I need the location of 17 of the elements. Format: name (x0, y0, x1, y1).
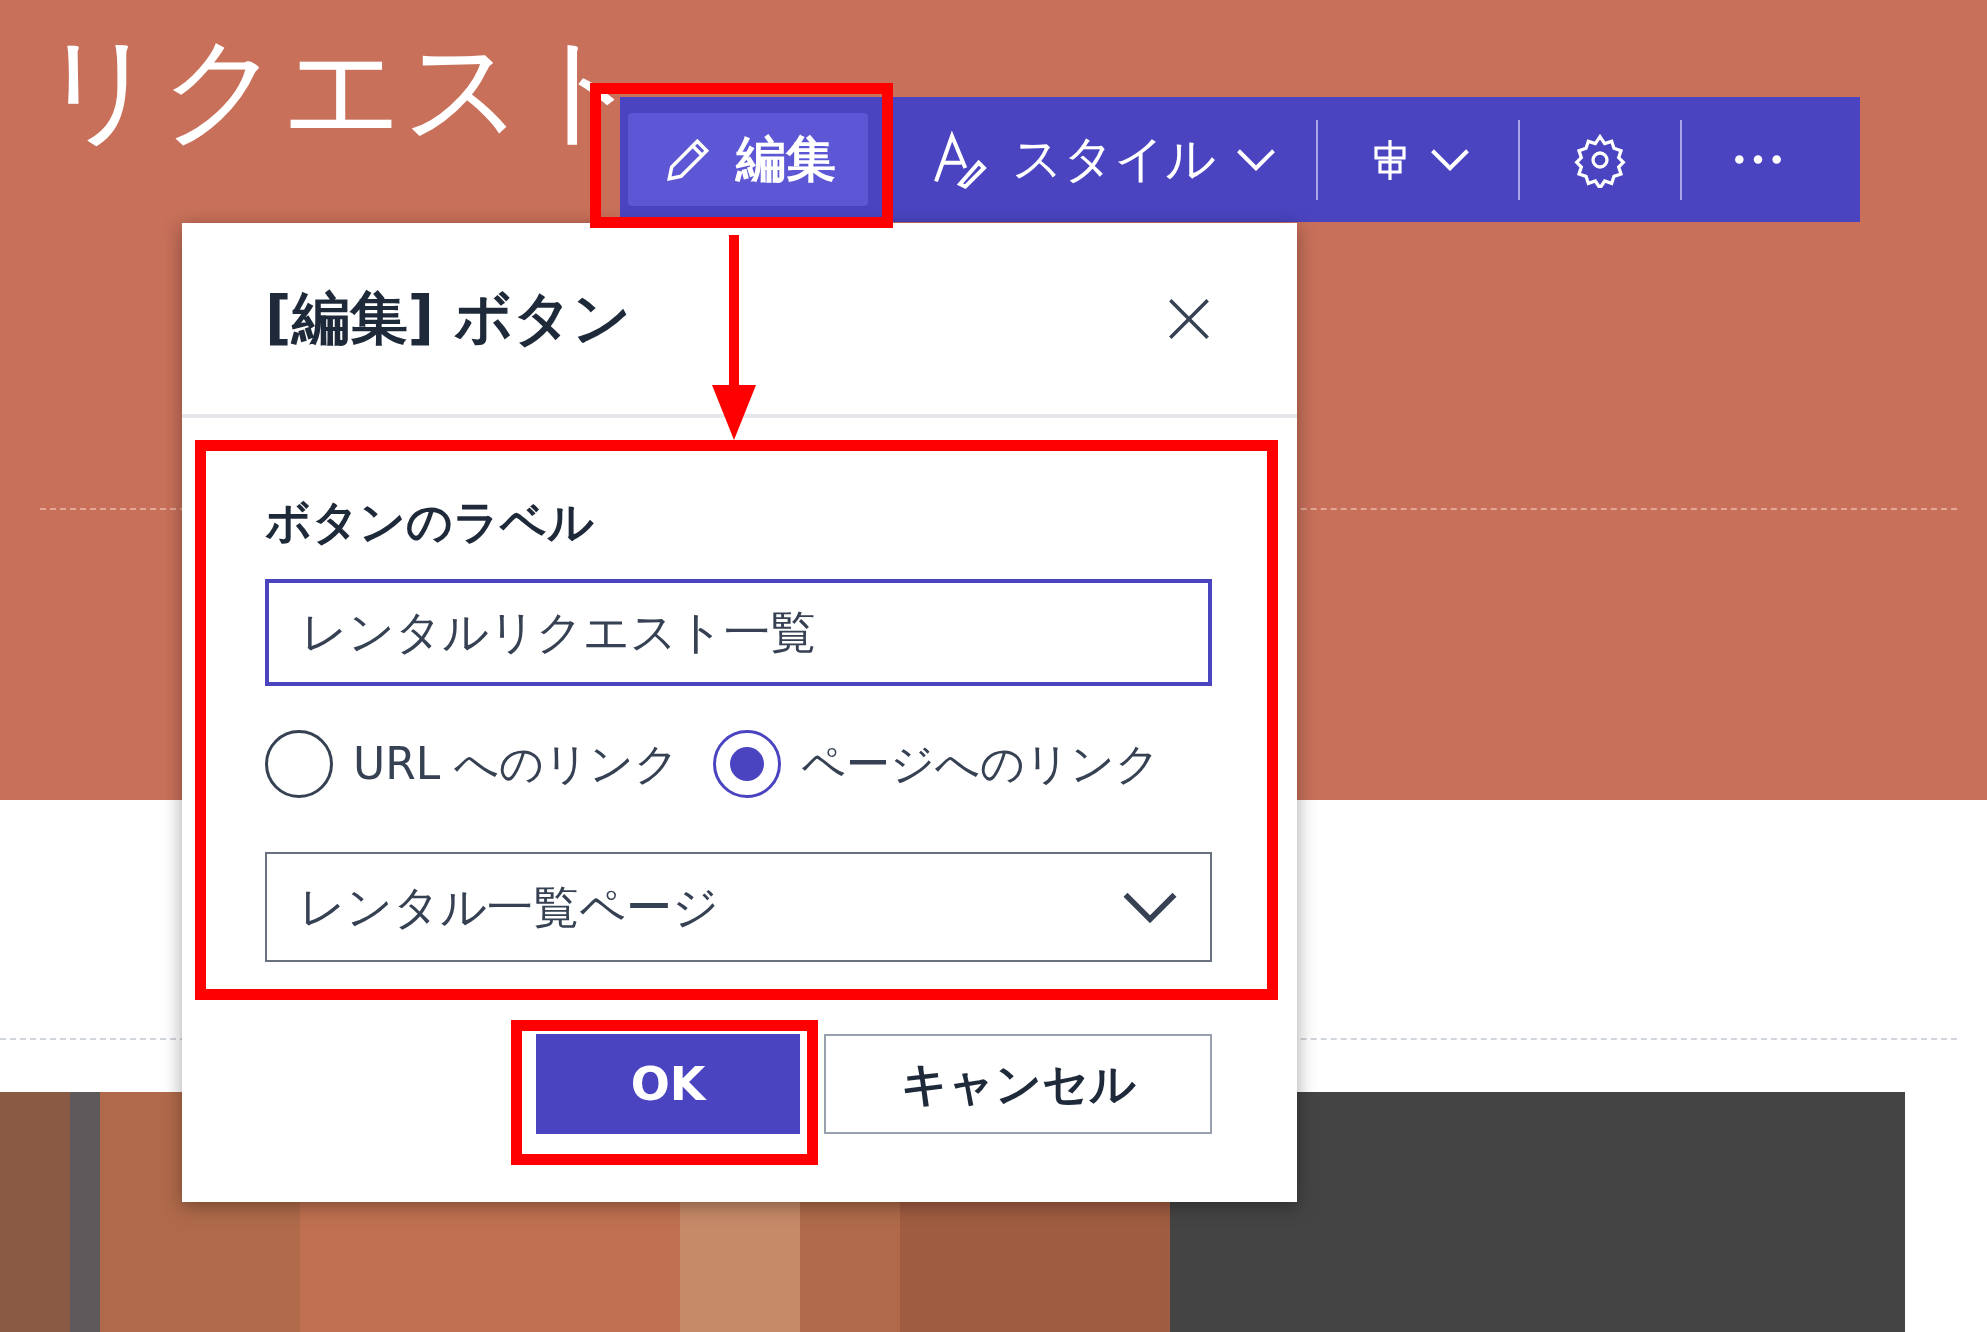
chevron-down-icon (1122, 891, 1178, 923)
chevron-down-icon (1236, 148, 1276, 171)
radio-button[interactable] (713, 730, 782, 798)
label-input-field[interactable]: レンタルリクエスト一覧 (265, 579, 1212, 686)
dialog-title: [編集] ボタン (265, 283, 632, 354)
edit-button[interactable]: 編集 (628, 113, 868, 206)
radio-button[interactable] (265, 730, 333, 798)
cancel-button[interactable]: キャンセル (824, 1034, 1212, 1134)
radio-label: ページへのリンク (801, 737, 1161, 791)
field-label: ボタンのラベル (265, 494, 595, 551)
ok-button[interactable]: OK (536, 1034, 800, 1134)
style-button[interactable]: スタイル (904, 113, 1300, 206)
chevron-down-icon (1430, 148, 1470, 171)
settings-icon (1572, 131, 1628, 188)
more-icon (1734, 154, 1782, 165)
radio-label: URL へのリンク (353, 737, 680, 791)
page-dropdown[interactable]: レンタル一覧ページ (265, 852, 1212, 962)
